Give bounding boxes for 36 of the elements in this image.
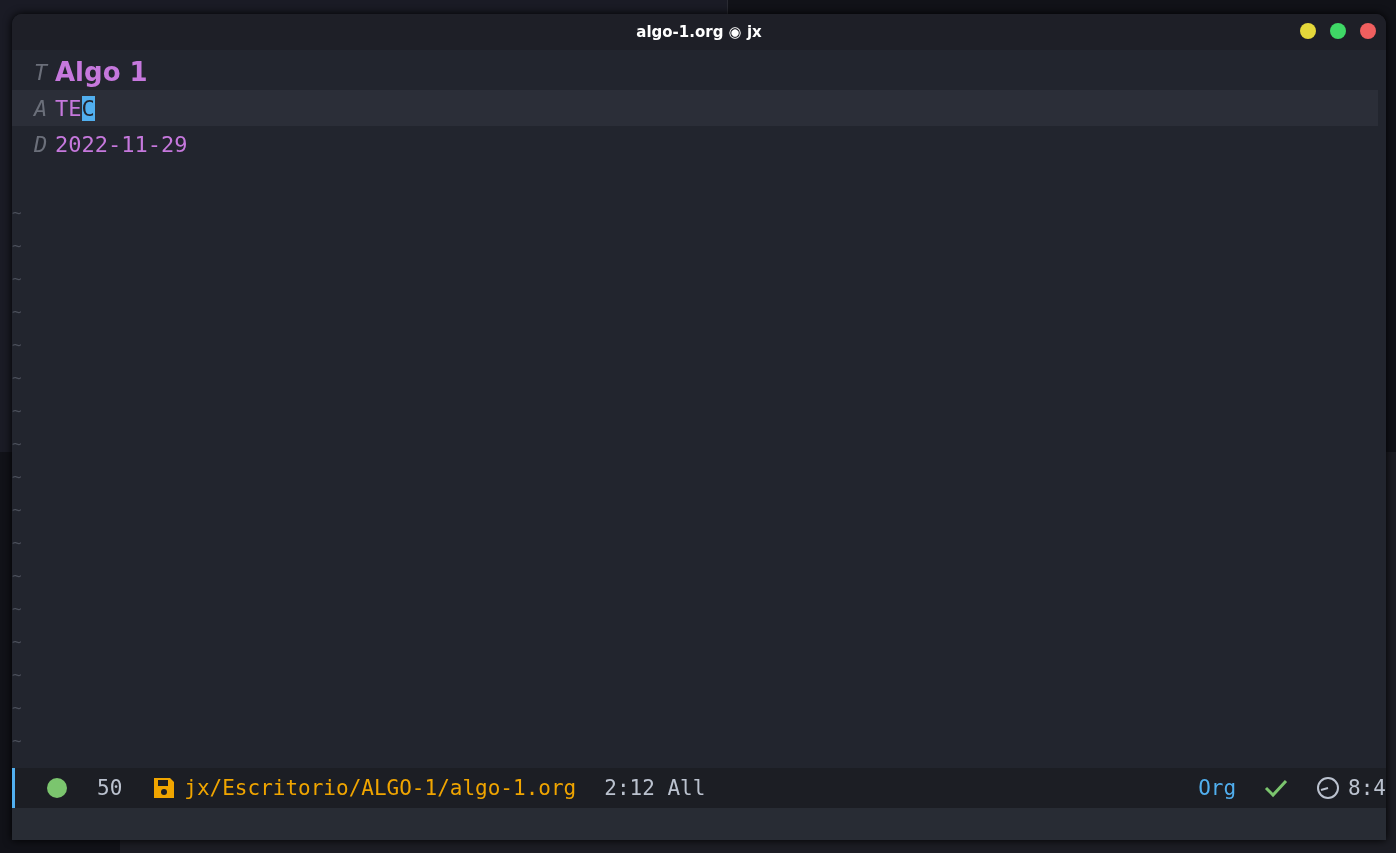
close-button[interactable] (1360, 23, 1376, 39)
empty-line-marker: ~ (12, 698, 22, 717)
document-title: Algo 1 (55, 57, 148, 87)
status-dot (47, 778, 67, 798)
line-count: 50 (97, 776, 123, 800)
empty-line-marker: ~ (12, 533, 22, 552)
check-icon (1264, 778, 1289, 798)
minimize-button[interactable] (1300, 23, 1316, 39)
empty-line-marker: ~ (12, 566, 22, 585)
floppy-icon (152, 776, 177, 800)
window-title: algo-1.org ◉ jx (636, 23, 762, 41)
empty-line-marker: ~ (12, 632, 22, 651)
empty-line-marker: ~ (12, 731, 22, 750)
empty-line-marker: ~ (12, 599, 22, 618)
empty-line-marker: ~ (12, 401, 22, 420)
maximize-button[interactable] (1330, 23, 1346, 39)
major-mode: Org (1198, 776, 1237, 800)
empty-line-marker: ~ (12, 500, 22, 519)
file-path: jx/Escritorio/ALGO-1/algo-1.org (184, 776, 577, 800)
clock-icon (1316, 776, 1341, 800)
line-text: TEC (55, 95, 95, 121)
line-text: 2022-11-29 (55, 131, 188, 157)
empty-line-marker: ~ (12, 368, 22, 387)
empty-line-marker: ~ (12, 236, 22, 255)
empty-line-marker: ~ (12, 335, 22, 354)
empty-line-marker: ~ (12, 467, 22, 486)
keyword-letter: T (34, 59, 50, 85)
clock-time: 8:4 (1348, 776, 1386, 800)
empty-line-marker: ~ (12, 434, 22, 453)
cursor-position: 2:12 All (604, 776, 706, 800)
empty-line-marker: ~ (12, 203, 22, 222)
keyword-letter: A (34, 95, 49, 121)
keyword-letter: D (34, 131, 49, 157)
empty-line-marker: ~ (12, 665, 22, 684)
empty-line-marker: ~ (12, 269, 22, 288)
empty-line-marker: ~ (12, 302, 22, 321)
